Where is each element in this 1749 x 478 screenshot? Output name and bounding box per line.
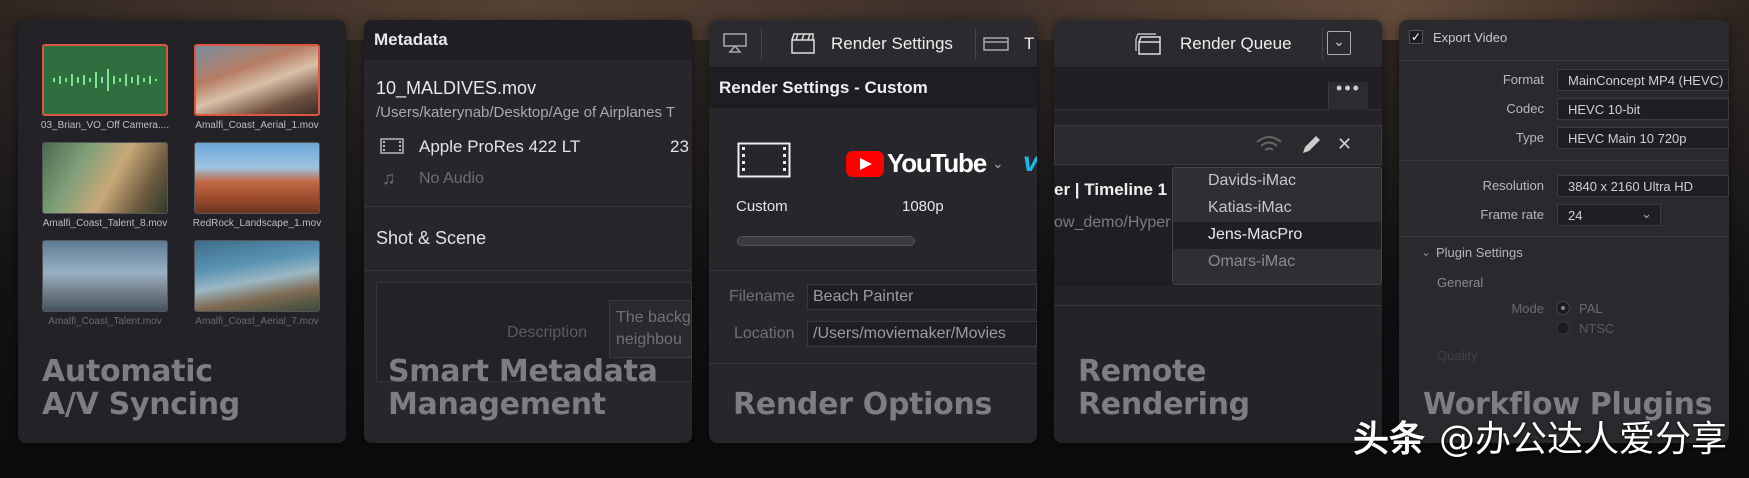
quality-label: Quality: [1437, 348, 1478, 363]
codec-select[interactable]: HEVC 10-bit: [1557, 98, 1729, 120]
deliver-icon[interactable]: [983, 35, 1009, 58]
clapperboard-icon[interactable]: [791, 32, 815, 59]
more-options-icon[interactable]: •••: [1328, 79, 1368, 110]
codec-label: Codec: [1506, 101, 1544, 116]
audio-status: No Audio: [419, 170, 484, 187]
feature-title: Smart Metadata Management: [388, 354, 658, 422]
mode-ntsc-label: NTSC: [1579, 321, 1615, 336]
thumb-label: 03_Brian_VO_Off Camera....: [40, 120, 170, 131]
menu-item-davids-imac[interactable]: Davids-iMac: [1173, 168, 1381, 195]
resolution-label: Resolution: [1482, 178, 1544, 193]
audio-clip-thumbnail[interactable]: [42, 44, 168, 116]
job-path: ow_demo/Hyper: [1054, 214, 1171, 231]
type-label: Type: [1515, 130, 1544, 145]
chevron-down-icon[interactable]: ⌄: [992, 155, 1004, 172]
codec-extra: 23: [670, 137, 689, 156]
render-tabbar: Render Settings T: [709, 20, 1037, 68]
job-toolbar: ✕: [1054, 125, 1382, 165]
clip-filename: 10_MALDIVES.mov: [376, 78, 537, 98]
filename-label: Filename: [729, 288, 795, 305]
format-select[interactable]: MainConcept MP4 (HEVC): [1557, 69, 1729, 91]
watermark: 头条 @办公达人爱分享: [1352, 419, 1727, 460]
tab-next[interactable]: T: [1024, 34, 1034, 54]
card-smart-metadata: Metadata 10_MALDIVES.mov /Users/kateryna…: [364, 20, 692, 443]
menu-item-katias-imac[interactable]: Katias-iMac: [1173, 195, 1381, 222]
card-render-options: Render Settings T Render Settings - Cust…: [709, 20, 1037, 443]
card-workflow-plugins: ✓ Export Video Format MainConcept MP4 (H…: [1399, 20, 1729, 443]
plugin-settings-header[interactable]: Plugin Settings: [1436, 245, 1523, 260]
preset-resolution: 1080p: [902, 198, 944, 215]
framerate-label: Frame rate: [1480, 207, 1544, 222]
card-av-syncing: 03_Brian_VO_Off Camera.... Amalfi_Coast_…: [18, 20, 346, 443]
chevron-down-icon[interactable]: ⌄: [1327, 31, 1351, 55]
tab-render-settings[interactable]: Render Settings: [831, 34, 953, 54]
youtube-preset[interactable]: YouTube ⌄: [846, 148, 1004, 179]
job-title: er | Timeline 1: [1054, 180, 1168, 199]
preset-custom-label: Custom: [736, 198, 788, 215]
feature-title: Automatic A/V Syncing: [42, 354, 240, 422]
mode-pal-radio[interactable]: [1556, 301, 1570, 315]
card-remote-rendering: Render Queue ⌄ ••• ✕ er | Timeline 1 ow_…: [1054, 20, 1382, 443]
description-field[interactable]: The backg neighbou: [609, 300, 692, 358]
section-shot-scene[interactable]: Shot & Scene: [376, 228, 486, 249]
menu-item-jens-macpro[interactable]: Jens-MacPro: [1173, 222, 1381, 249]
thumb-label: RedRock_Landscape_1.mov: [192, 218, 322, 229]
description-label: Description: [507, 324, 588, 341]
render-queue-header: Render Queue ⌄: [1054, 20, 1382, 68]
video-clip-thumbnail[interactable]: [194, 240, 320, 312]
resolution-select[interactable]: 3840 x 2160 Ultra HD: [1557, 175, 1729, 197]
clapperboard-stack-icon: [1134, 32, 1162, 61]
wifi-icon[interactable]: [1255, 134, 1283, 159]
mode-pal-label: PAL: [1579, 301, 1603, 316]
monitor-icon[interactable]: [723, 32, 747, 59]
mode-ntsc-radio[interactable]: [1556, 321, 1570, 335]
filename-input[interactable]: Beach Painter: [807, 284, 1037, 310]
video-clip-thumbnail[interactable]: [42, 142, 168, 214]
chevron-down-icon[interactable]: ⌄: [1421, 245, 1431, 259]
waveform-icon: [53, 69, 157, 91]
thumb-label: Amalfi_Coast_Talent_8.mov: [42, 218, 168, 229]
thumb-label: Amalfi_Coast_Aerial_1.mov: [195, 120, 319, 131]
export-video-checkbox[interactable]: ✓: [1409, 30, 1423, 44]
preset-scrollbar[interactable]: [737, 236, 915, 246]
youtube-play-icon: [846, 150, 884, 177]
metadata-header: Metadata: [364, 20, 692, 60]
thumb-label: Amalfi_Coast_Aerial_7.mov: [195, 316, 319, 327]
video-clip-thumbnail[interactable]: [194, 142, 320, 214]
thumb-label: Amalfi_Coast_Talent.mov: [48, 316, 162, 327]
film-strip-icon[interactable]: [737, 142, 791, 183]
format-label: Format: [1502, 72, 1544, 87]
menu-item-omars-imac[interactable]: Omars-iMac: [1173, 249, 1381, 276]
export-video-label: Export Video: [1433, 30, 1508, 45]
video-clip-thumbnail[interactable]: [194, 44, 320, 116]
video-clip-thumbnail[interactable]: [42, 240, 168, 312]
render-panel-title: Render Settings - Custom: [709, 68, 1037, 108]
feature-title: Remote Rendering: [1078, 354, 1250, 422]
codec-name: Apple ProRes 422 LT: [419, 137, 581, 156]
mode-label: Mode: [1511, 301, 1544, 316]
pencil-icon[interactable]: [1300, 134, 1322, 161]
render-queue-title: Render Queue: [1180, 34, 1292, 53]
vimeo-icon[interactable]: v: [1023, 146, 1037, 178]
location-input[interactable]: /Users/moviemaker/Movies: [807, 321, 1037, 347]
framerate-select[interactable]: 24 ⌄: [1557, 204, 1661, 226]
remote-machine-menu: Davids-iMac Katias-iMac Jens-MacPro Omar…: [1172, 167, 1382, 285]
music-note-icon: ♫: [382, 168, 396, 188]
clip-path: /Users/katerynab/Desktop/Age of Airplane…: [376, 104, 676, 121]
general-label: General: [1437, 275, 1484, 290]
film-icon: [380, 138, 404, 159]
close-icon[interactable]: ✕: [1337, 134, 1352, 155]
chevron-down-icon: ⌄: [1641, 206, 1652, 221]
feature-title: Render Options: [733, 387, 993, 422]
youtube-wordmark: YouTube: [887, 148, 987, 178]
location-label: Location: [734, 325, 795, 342]
type-select[interactable]: HEVC Main 10 720p: [1557, 127, 1729, 149]
